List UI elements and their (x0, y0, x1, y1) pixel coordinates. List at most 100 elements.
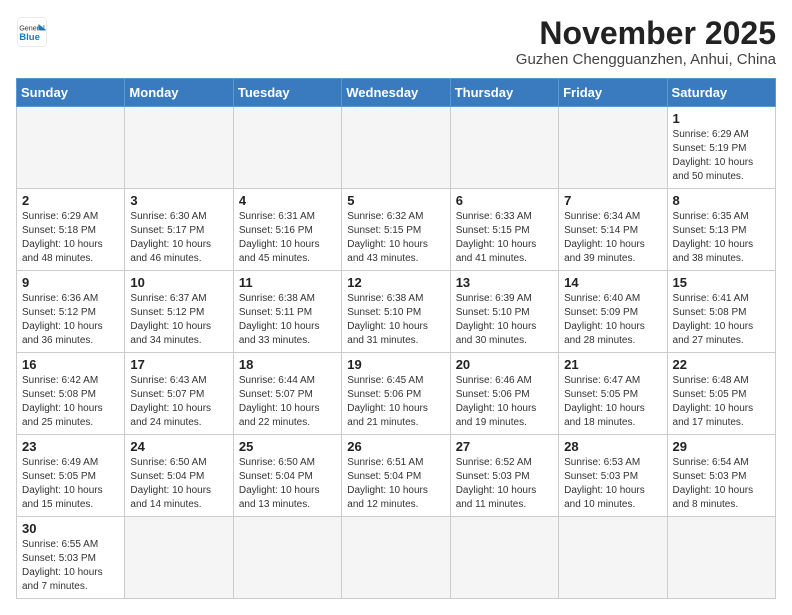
day-number: 4 (239, 193, 336, 208)
calendar-cell: 20 Sunrise: 6:46 AM Sunset: 5:06 PM Dayli… (450, 353, 558, 435)
calendar-cell (450, 107, 558, 189)
day-info: Sunrise: 6:38 AM Sunset: 5:10 PM Dayligh… (347, 292, 444, 348)
calendar-cell (450, 517, 558, 599)
weekday-header-thursday: Thursday (450, 79, 558, 107)
calendar-cell: 17 Sunrise: 6:43 AM Sunset: 5:07 PM Dayli… (125, 353, 233, 435)
calendar-cell: 9Sunrise: 6:36 AM Sunset: 5:12 PM Daylig… (17, 271, 125, 353)
calendar-cell: 1Sunrise: 6:29 AM Sunset: 5:19 PM Daylig… (667, 107, 775, 189)
day-number: 3 (130, 193, 227, 208)
day-number: 24 (130, 439, 227, 454)
day-info: Sunrise: 6:55 AM Sunset: 5:03 PM Dayligh… (22, 538, 119, 594)
calendar-cell: 24Sunrise: 6:50 AM Sunset: 5:04 PM Dayli… (125, 435, 233, 517)
calendar-cell: 18 Sunrise: 6:44 AM Sunset: 5:07 PM Dayli… (233, 353, 341, 435)
day-number: 30 (22, 521, 119, 536)
day-info: Sunrise: 6:32 AM Sunset: 5:15 PM Dayligh… (347, 210, 444, 266)
day-info: Sunrise: 6:29 AM Sunset: 5:19 PM Dayligh… (673, 128, 770, 184)
day-info: Sunrise: 6:46 AM Sunset: 5:06 PM Dayligh… (456, 374, 553, 430)
day-number: 19 (347, 357, 444, 372)
day-info: Sunrise: 6:53 AM Sunset: 5:03 PM Dayligh… (564, 456, 661, 512)
day-number: 2 (22, 193, 119, 208)
month-title: November 2025 (516, 16, 776, 51)
day-info: Sunrise: 6:43 AM Sunset: 5:07 PM Dayligh… (130, 374, 227, 430)
day-info: Sunrise: 6:54 AM Sunset: 5:03 PM Dayligh… (673, 456, 770, 512)
day-number: 15 (673, 275, 770, 290)
weekday-header-row: SundayMondayTuesdayWednesdayThursdayFrid… (17, 79, 776, 107)
day-info: Sunrise: 6:31 AM Sunset: 5:16 PM Dayligh… (239, 210, 336, 266)
day-number: 11 (239, 275, 336, 290)
calendar-cell: 13Sunrise: 6:39 AM Sunset: 5:10 PM Dayli… (450, 271, 558, 353)
calendar-cell: 3Sunrise: 6:30 AM Sunset: 5:17 PM Daylig… (125, 189, 233, 271)
calendar: SundayMondayTuesdayWednesdayThursdayFrid… (16, 78, 776, 599)
day-info: Sunrise: 6:37 AM Sunset: 5:12 PM Dayligh… (130, 292, 227, 348)
logo: General Blue (16, 16, 48, 48)
day-number: 14 (564, 275, 661, 290)
day-info: Sunrise: 6:40 AM Sunset: 5:09 PM Dayligh… (564, 292, 661, 348)
day-number: 16 (22, 357, 119, 372)
day-info: Sunrise: 6:44 AM Sunset: 5:07 PM Dayligh… (239, 374, 336, 430)
day-info: Sunrise: 6:29 AM Sunset: 5:18 PM Dayligh… (22, 210, 119, 266)
day-number: 18 (239, 357, 336, 372)
day-number: 12 (347, 275, 444, 290)
title-section: November 2025 Guzhen Chengguanzhen, Anhu… (516, 16, 776, 68)
day-info: Sunrise: 6:49 AM Sunset: 5:05 PM Dayligh… (22, 456, 119, 512)
calendar-cell: 26 Sunrise: 6:51 AM Sunset: 5:04 PM Dayli… (342, 435, 450, 517)
calendar-cell: 25Sunrise: 6:50 AM Sunset: 5:04 PM Dayli… (233, 435, 341, 517)
calendar-cell (233, 517, 341, 599)
calendar-cell: 16 Sunrise: 6:42 AM Sunset: 5:08 PM Dayli… (17, 353, 125, 435)
day-info: Sunrise: 6:36 AM Sunset: 5:12 PM Dayligh… (22, 292, 119, 348)
day-number: 20 (456, 357, 553, 372)
calendar-cell: 4 Sunrise: 6:31 AM Sunset: 5:16 PM Daylig… (233, 189, 341, 271)
calendar-cell: 2 Sunrise: 6:29 AM Sunset: 5:18 PM Daylig… (17, 189, 125, 271)
day-number: 28 (564, 439, 661, 454)
day-number: 8 (673, 193, 770, 208)
weekday-header-saturday: Saturday (667, 79, 775, 107)
day-number: 10 (130, 275, 227, 290)
calendar-cell (342, 107, 450, 189)
day-number: 29 (673, 439, 770, 454)
calendar-cell: 10 Sunrise: 6:37 AM Sunset: 5:12 PM Dayli… (125, 271, 233, 353)
day-info: Sunrise: 6:38 AM Sunset: 5:11 PM Dayligh… (239, 292, 336, 348)
day-number: 26 (347, 439, 444, 454)
location: Guzhen Chengguanzhen, Anhui, China (516, 51, 776, 68)
header: General Blue November 2025 Guzhen Chengg… (16, 16, 776, 68)
calendar-week-row: 16 Sunrise: 6:42 AM Sunset: 5:08 PM Dayli… (17, 353, 776, 435)
calendar-cell: 28 Sunrise: 6:53 AM Sunset: 5:03 PM Dayli… (559, 435, 667, 517)
calendar-cell: 30 Sunrise: 6:55 AM Sunset: 5:03 PM Dayli… (17, 517, 125, 599)
day-number: 17 (130, 357, 227, 372)
calendar-week-row: 23 Sunrise: 6:49 AM Sunset: 5:05 PM Dayli… (17, 435, 776, 517)
weekday-header-friday: Friday (559, 79, 667, 107)
day-info: Sunrise: 6:52 AM Sunset: 5:03 PM Dayligh… (456, 456, 553, 512)
calendar-cell (559, 517, 667, 599)
day-info: Sunrise: 6:34 AM Sunset: 5:14 PM Dayligh… (564, 210, 661, 266)
calendar-cell: 15 Sunrise: 6:41 AM Sunset: 5:08 PM Dayli… (667, 271, 775, 353)
calendar-cell (233, 107, 341, 189)
day-info: Sunrise: 6:47 AM Sunset: 5:05 PM Dayligh… (564, 374, 661, 430)
calendar-cell: 22Sunrise: 6:48 AM Sunset: 5:05 PM Dayli… (667, 353, 775, 435)
calendar-cell: 14 Sunrise: 6:40 AM Sunset: 5:09 PM Dayli… (559, 271, 667, 353)
calendar-cell: 29 Sunrise: 6:54 AM Sunset: 5:03 PM Dayli… (667, 435, 775, 517)
day-info: Sunrise: 6:51 AM Sunset: 5:04 PM Dayligh… (347, 456, 444, 512)
day-info: Sunrise: 6:41 AM Sunset: 5:08 PM Dayligh… (673, 292, 770, 348)
calendar-cell: 27Sunrise: 6:52 AM Sunset: 5:03 PM Dayli… (450, 435, 558, 517)
calendar-cell (342, 517, 450, 599)
calendar-cell (667, 517, 775, 599)
day-number: 13 (456, 275, 553, 290)
calendar-cell: 21Sunrise: 6:47 AM Sunset: 5:05 PM Dayli… (559, 353, 667, 435)
calendar-week-row: 9Sunrise: 6:36 AM Sunset: 5:12 PM Daylig… (17, 271, 776, 353)
calendar-cell: 19 Sunrise: 6:45 AM Sunset: 5:06 PM Dayli… (342, 353, 450, 435)
weekday-header-tuesday: Tuesday (233, 79, 341, 107)
calendar-cell (559, 107, 667, 189)
calendar-cell: 7Sunrise: 6:34 AM Sunset: 5:14 PM Daylig… (559, 189, 667, 271)
day-number: 22 (673, 357, 770, 372)
logo-icon: General Blue (16, 16, 48, 48)
day-number: 6 (456, 193, 553, 208)
day-info: Sunrise: 6:42 AM Sunset: 5:08 PM Dayligh… (22, 374, 119, 430)
day-info: Sunrise: 6:45 AM Sunset: 5:06 PM Dayligh… (347, 374, 444, 430)
calendar-cell (125, 517, 233, 599)
day-number: 23 (22, 439, 119, 454)
weekday-header-monday: Monday (125, 79, 233, 107)
day-info: Sunrise: 6:33 AM Sunset: 5:15 PM Dayligh… (456, 210, 553, 266)
calendar-cell: 5Sunrise: 6:32 AM Sunset: 5:15 PM Daylig… (342, 189, 450, 271)
calendar-cell (17, 107, 125, 189)
svg-text:Blue: Blue (19, 32, 40, 43)
